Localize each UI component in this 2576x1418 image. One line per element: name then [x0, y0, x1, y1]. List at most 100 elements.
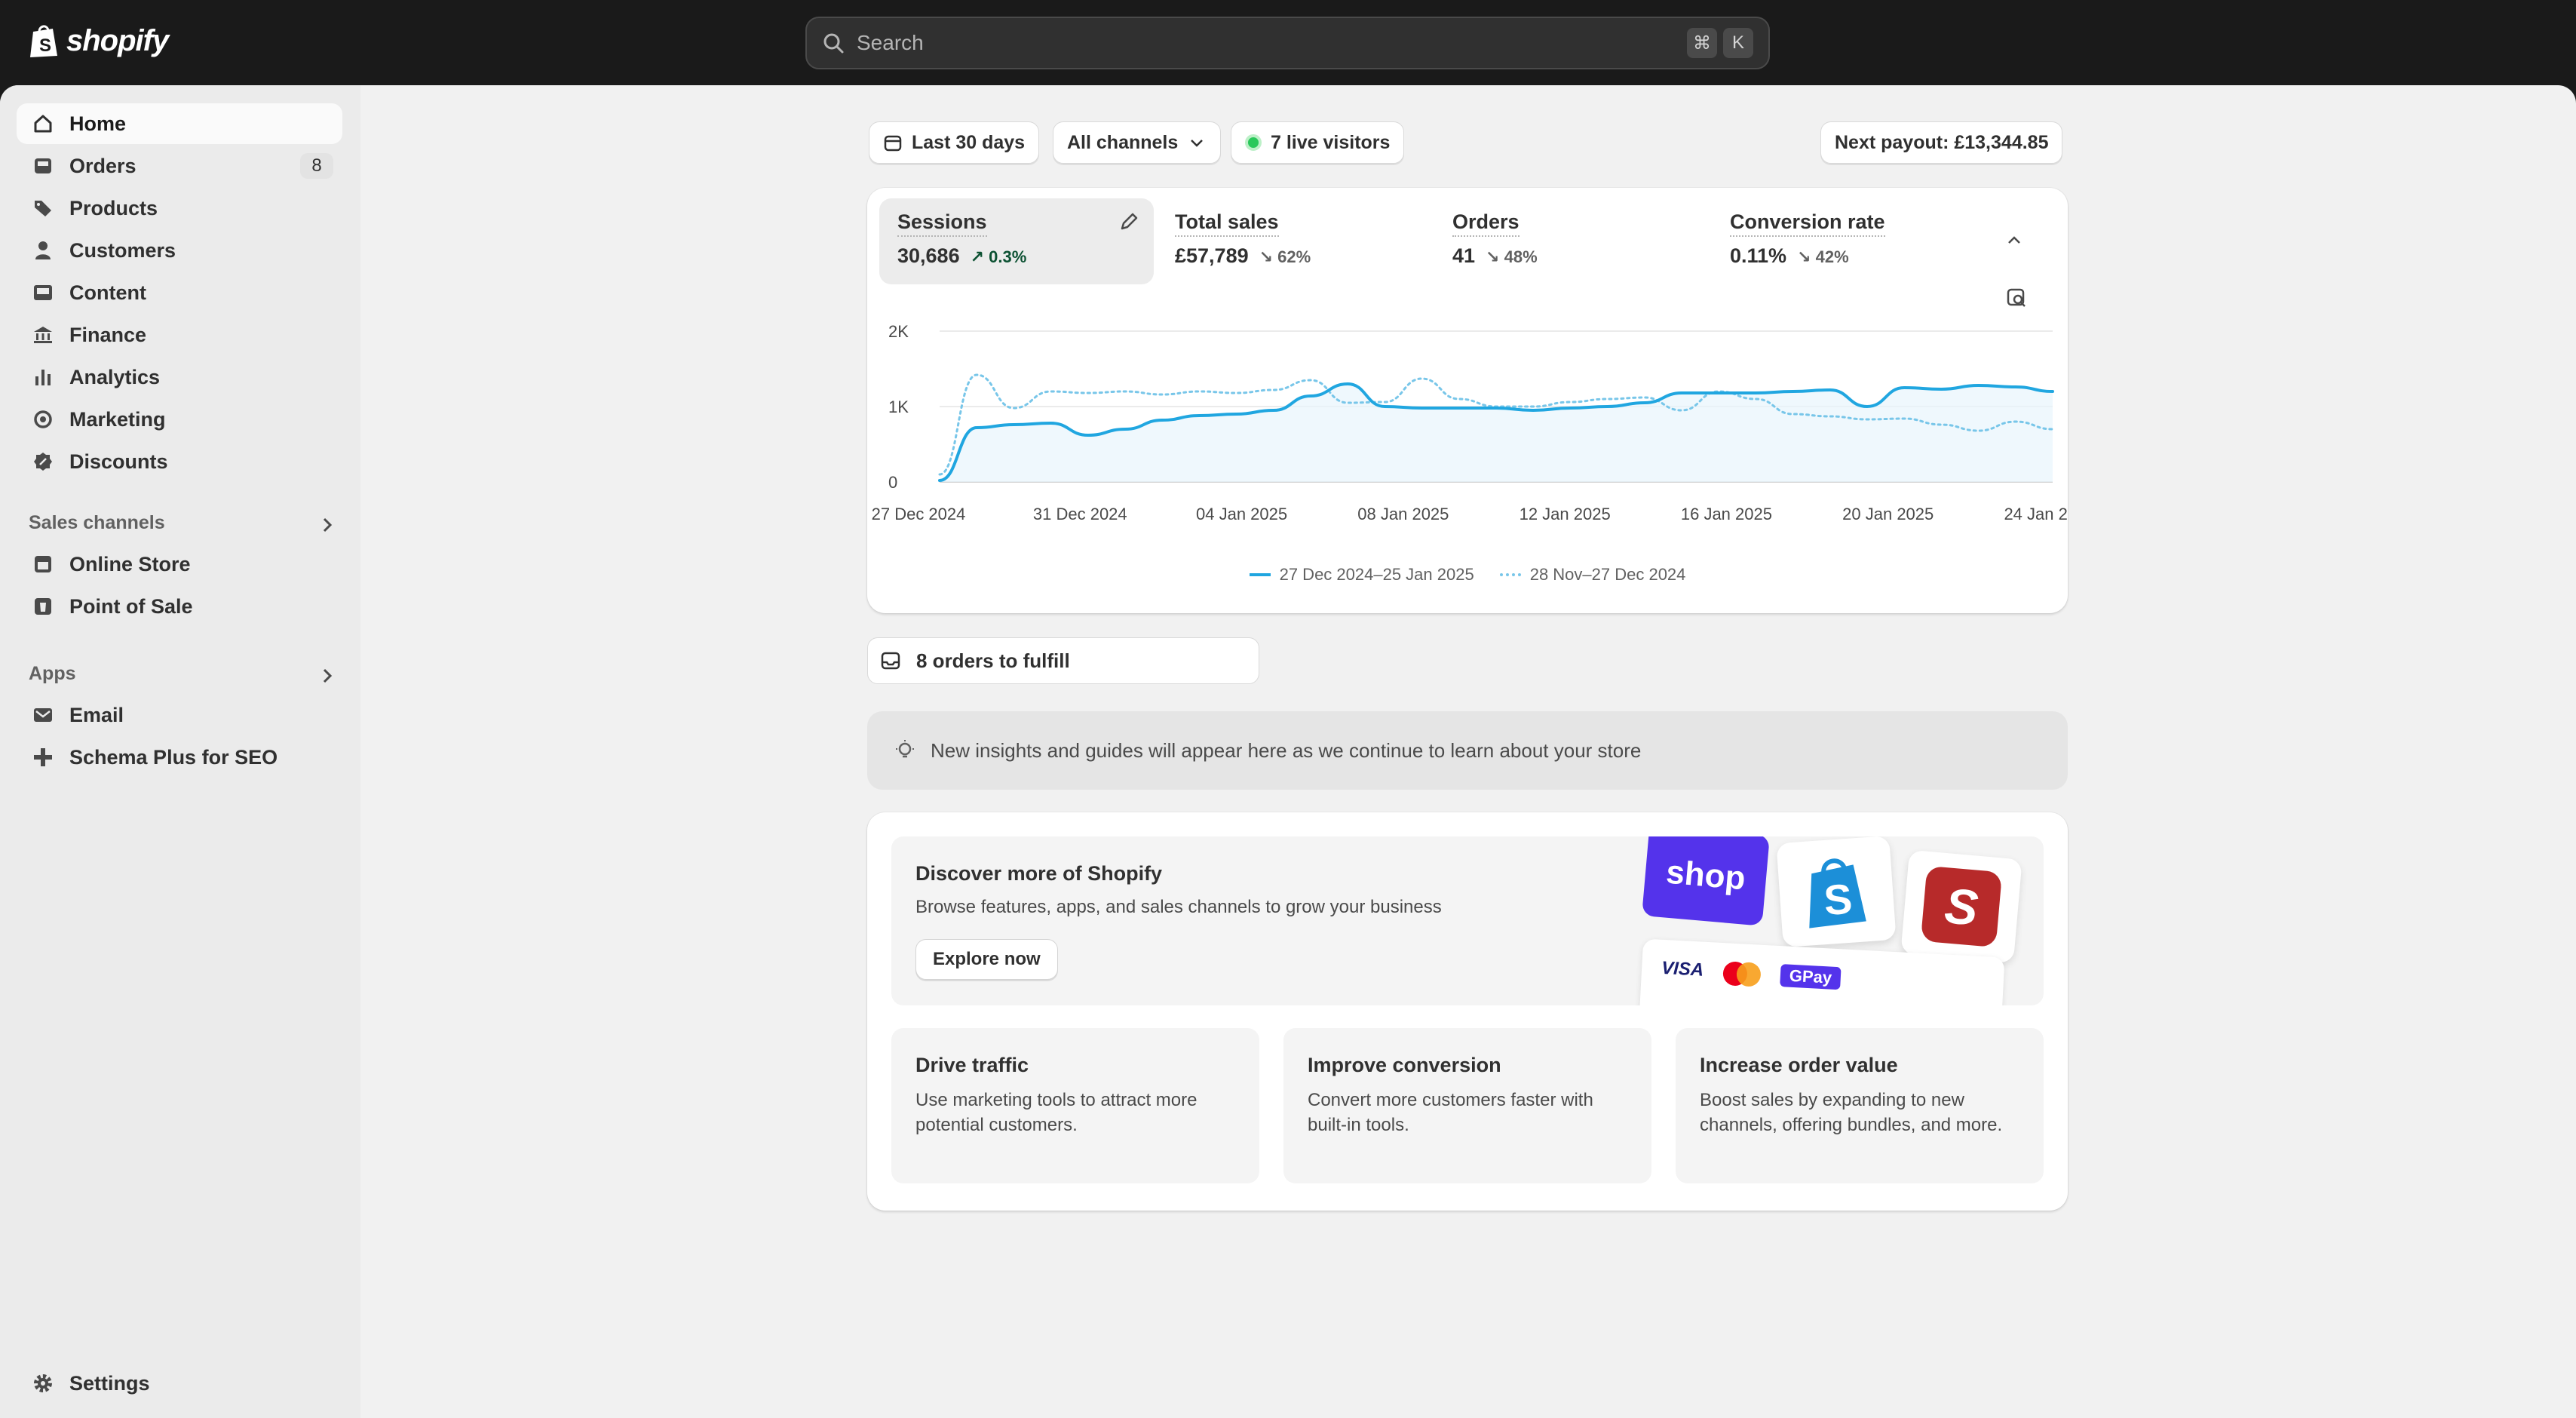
- discover-subtitle: Browse features, apps, and sales channel…: [915, 897, 1442, 917]
- x-tick-label: 24 Jan 2025: [2004, 505, 2068, 523]
- analytics-card: Sessions 30,686 ↗ 0.3% Total sales £57,7…: [867, 188, 2068, 613]
- improve-conversion-tile[interactable]: Improve conversion Convert more customer…: [1283, 1028, 1651, 1183]
- tag-icon: [30, 195, 56, 221]
- y-tick-label: 2K: [888, 322, 909, 341]
- sessions-line-chart[interactable]: 0 1K 2K 27 Dec 2024 31 Dec 2024 04 Jan 2025 08…: [867, 308, 2068, 557]
- gpay-logo: GPay: [1780, 964, 1842, 990]
- metric-label: Total sales: [1175, 210, 1279, 237]
- mastercard-logo: [1722, 961, 1762, 987]
- arrow-down-right-icon: ↘: [1486, 247, 1500, 266]
- sidebar-item-finance[interactable]: Finance: [17, 315, 342, 355]
- drive-traffic-tile[interactable]: Drive traffic Use marketing tools to att…: [891, 1028, 1259, 1183]
- next-payout-label: Next payout: £13,344.85: [1835, 131, 2049, 153]
- shopify-logo[interactable]: S shopify: [29, 23, 169, 59]
- sidebar: Home Orders 8 Products Customers Content…: [0, 85, 360, 1418]
- chevron-right-icon[interactable]: [317, 665, 338, 686]
- arrow-up-right-icon: ↗: [970, 247, 985, 266]
- legend-swatch-solid: [1249, 573, 1271, 576]
- bar-chart-icon: [30, 364, 56, 390]
- legend-label: 28 Nov–27 Dec 2024: [1529, 565, 1686, 584]
- svg-text:S: S: [1823, 875, 1854, 924]
- x-tick-label: 27 Dec 2024: [872, 505, 966, 523]
- sidebar-item-orders[interactable]: Orders 8: [17, 146, 342, 186]
- email-icon: [30, 702, 56, 728]
- live-status-dot: [1245, 134, 1262, 151]
- chevron-right-icon[interactable]: [317, 514, 338, 536]
- store-icon: [30, 551, 56, 577]
- discover-title: Discover more of Shopify: [915, 862, 1163, 885]
- discount-icon: [30, 449, 56, 474]
- legend-item-previous[interactable]: 28 Nov–27 Dec 2024: [1499, 565, 1686, 585]
- shopify-bag-icon: S: [1809, 858, 1866, 928]
- top-bar: S shopify Search ⌘ K: [0, 0, 2576, 85]
- pos-icon: [30, 594, 56, 619]
- sidebar-item-marketing[interactable]: Marketing: [17, 399, 342, 440]
- insights-text: New insights and guides will appear here…: [931, 738, 1642, 762]
- y-tick-label: 0: [888, 473, 897, 492]
- increase-order-value-tile[interactable]: Increase order value Boost sales by expa…: [1676, 1028, 2044, 1183]
- sidebar-item-discounts[interactable]: Discounts: [17, 441, 342, 482]
- sidebar-item-home[interactable]: Home: [17, 103, 342, 144]
- pencil-icon[interactable]: [1118, 210, 1140, 233]
- sidebar-item-label: Point of Sale: [69, 594, 193, 618]
- metric-value: 41: [1452, 244, 1476, 267]
- metric-orders[interactable]: Orders 41 ↘ 48%: [1434, 198, 1709, 284]
- bank-icon: [30, 322, 56, 348]
- explore-now-button[interactable]: Explore now: [915, 939, 1058, 980]
- metric-sessions[interactable]: Sessions 30,686 ↗ 0.3%: [879, 198, 1154, 284]
- schema-plus-icon: [30, 744, 56, 770]
- shopify-app-logo: S: [1776, 836, 1897, 948]
- visa-logo: VISA: [1661, 957, 1704, 981]
- inbox-icon: [881, 652, 900, 670]
- sidebar-item-online-store[interactable]: Online Store: [17, 544, 342, 585]
- x-tick-label: 16 Jan 2025: [1681, 505, 1772, 523]
- tile-title: Increase order value: [1700, 1054, 1898, 1076]
- y-tick-label: 1K: [888, 397, 909, 416]
- next-payout-button[interactable]: Next payout: £13,344.85: [1820, 121, 2063, 164]
- channels-dropdown[interactable]: All channels: [1053, 121, 1222, 164]
- tile-title: Improve conversion: [1308, 1054, 1501, 1076]
- sidebar-item-label: Analytics: [69, 365, 161, 388]
- sidebar-item-settings[interactable]: Settings: [17, 1363, 342, 1404]
- orders-icon: [30, 153, 56, 179]
- metric-change: ↘ 62%: [1259, 247, 1311, 266]
- target-icon: [30, 407, 56, 432]
- sidebar-item-point-of-sale[interactable]: Point of Sale: [17, 586, 342, 627]
- legend-item-current[interactable]: 27 Dec 2024–25 Jan 2025: [1249, 565, 1474, 585]
- x-tick-label: 12 Jan 2025: [1520, 505, 1611, 523]
- gear-icon: [30, 1370, 56, 1396]
- person-icon: [30, 238, 56, 263]
- metric-conversion-rate[interactable]: Conversion rate 0.11% ↘ 42%: [1712, 198, 1986, 284]
- search-icon: [823, 33, 844, 54]
- chart-inspect-icon[interactable]: [2004, 286, 2029, 310]
- legend-swatch-dotted: [1499, 573, 1521, 576]
- svg-text:S: S: [39, 35, 51, 56]
- date-range-button[interactable]: Last 30 days: [869, 121, 1040, 164]
- tile-title: Drive traffic: [915, 1054, 1029, 1076]
- shortcut-cmd-key: ⌘: [1687, 28, 1717, 58]
- arrow-down-right-icon: ↘: [1797, 247, 1811, 266]
- home-icon: [30, 111, 56, 137]
- sidebar-item-schema-plus[interactable]: Schema Plus for SEO: [17, 737, 342, 778]
- sidebar-item-label: Schema Plus for SEO: [69, 745, 278, 769]
- sidebar-item-customers[interactable]: Customers: [17, 230, 342, 271]
- sidebar-item-label: Discounts: [69, 450, 168, 473]
- sidebar-item-analytics[interactable]: Analytics: [17, 357, 342, 397]
- x-tick-label: 04 Jan 2025: [1196, 505, 1287, 523]
- sidebar-item-products[interactable]: Products: [17, 188, 342, 229]
- sidebar-item-label: Customers: [69, 238, 176, 262]
- insights-banner: New insights and guides will appear here…: [867, 711, 2068, 790]
- metric-change: ↘ 42%: [1797, 247, 1849, 266]
- live-visitors-button[interactable]: 7 live visitors: [1231, 121, 1405, 164]
- metric-total-sales[interactable]: Total sales £57,789 ↘ 62%: [1157, 198, 1431, 284]
- chevron-up-icon[interactable]: [2003, 229, 2026, 251]
- orders-to-fulfill-label: 8 orders to fulfill: [916, 649, 1070, 672]
- legend-label: 27 Dec 2024–25 Jan 2025: [1279, 565, 1474, 584]
- sidebar-item-email[interactable]: Email: [17, 695, 342, 735]
- apps-heading[interactable]: Apps: [29, 663, 76, 685]
- sidebar-item-content[interactable]: Content: [17, 272, 342, 313]
- search-bar[interactable]: Search ⌘ K: [805, 17, 1770, 69]
- shopify-s-icon: S: [1920, 865, 2003, 948]
- sales-channels-heading[interactable]: Sales channels: [29, 512, 165, 534]
- orders-to-fulfill-button[interactable]: 8 orders to fulfill: [867, 637, 1259, 684]
